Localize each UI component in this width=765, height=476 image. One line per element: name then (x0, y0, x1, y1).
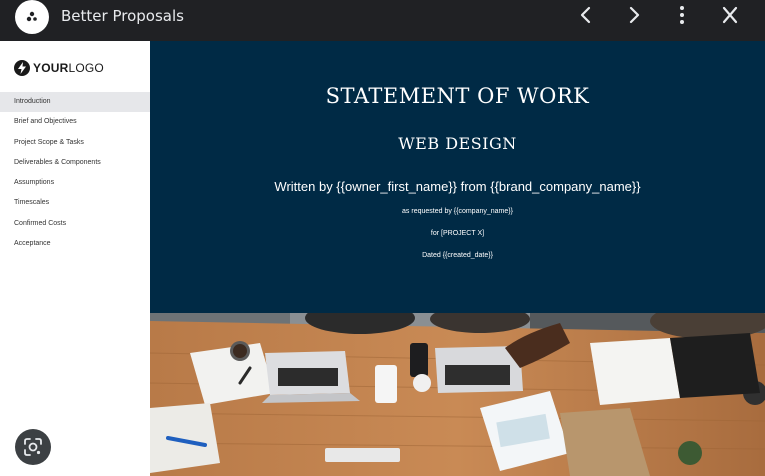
project-line: for [PROJECT X] (430, 230, 485, 237)
toc-item-timescales[interactable]: Timescales (0, 193, 150, 213)
close-icon (722, 6, 738, 24)
lens-search-button[interactable] (15, 429, 51, 465)
close-button[interactable] (717, 3, 743, 27)
more-vert-icon (680, 6, 684, 24)
better-proposals-icon[interactable] (15, 0, 49, 34)
table-of-contents: Introduction Brief and Objectives Projec… (0, 92, 150, 254)
document-subtitle: WEB DESIGN (398, 134, 517, 153)
document-title: STATEMENT OF WORK (325, 84, 590, 108)
app-title: Better Proposals (61, 7, 184, 25)
document-cover: STATEMENT OF WORK WEB DESIGN Written by … (150, 41, 765, 313)
written-by-line: Written by {{owner_first_name}} from {{b… (274, 179, 641, 194)
bolt-icon (14, 60, 30, 76)
top-bar: Better Proposals (0, 0, 765, 41)
toc-item-confirmed-costs[interactable]: Confirmed Costs (0, 214, 150, 234)
document-sidebar: YOURLOGO Introduction Brief and Objectiv… (0, 41, 150, 476)
toc-item-brief-and-objectives[interactable]: Brief and Objectives (0, 112, 150, 132)
cover-photo (150, 313, 765, 476)
chevron-right-icon (629, 6, 640, 24)
more-options-button[interactable] (669, 3, 695, 27)
toc-item-project-scope-tasks[interactable]: Project Scope & Tasks (0, 133, 150, 153)
requested-by-line: as requested by {{company_name}} (402, 208, 513, 215)
back-button[interactable] (573, 3, 599, 27)
office-desk-photo (150, 313, 765, 476)
google-lens-icon (24, 438, 42, 456)
dated-line: Dated {{created_date}} (422, 252, 493, 259)
forward-button[interactable] (621, 3, 647, 27)
toc-item-deliverables-components[interactable]: Deliverables & Components (0, 153, 150, 173)
logo-text: YOURLOGO (33, 61, 104, 75)
toc-item-assumptions[interactable]: Assumptions (0, 173, 150, 193)
toc-item-introduction[interactable]: Introduction (0, 92, 150, 113)
chevron-left-icon (580, 6, 591, 24)
toc-item-acceptance[interactable]: Acceptance (0, 234, 150, 254)
